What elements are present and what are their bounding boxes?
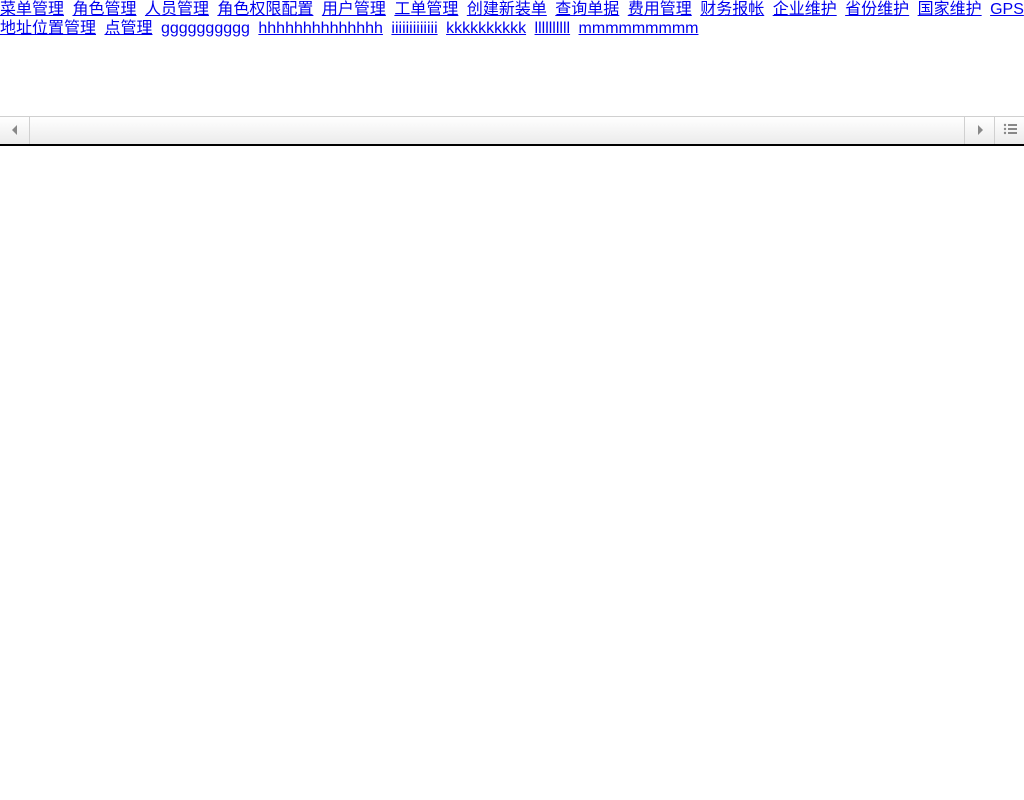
list-icon (1003, 122, 1017, 140)
nav-link-l[interactable]: llllllllll (535, 20, 571, 37)
nav-link-query-doc[interactable]: 查询单据 (555, 1, 619, 18)
nav-link-h[interactable]: hhhhhhhhhhhhhh (258, 20, 383, 37)
tab-menu-button[interactable] (994, 117, 1024, 144)
nav-link-user-mgmt[interactable]: 用户管理 (322, 1, 386, 18)
nav-link-menu-mgmt[interactable]: 菜单管理 (0, 1, 64, 18)
arrow-right-icon (976, 122, 984, 140)
nav-link-country-maint[interactable]: 国家维护 (918, 1, 982, 18)
nav-link-g[interactable]: gggggggggg (161, 20, 250, 37)
nav-link-i[interactable]: iiiiiiiiiiiii (391, 20, 437, 37)
nav-link-create-install[interactable]: 创建新装单 (467, 1, 547, 18)
nav-link-m[interactable]: mmmmmmmmm (579, 20, 699, 37)
nav-link-fee-mgmt[interactable]: 费用管理 (628, 1, 692, 18)
nav-link-enterprise-maint[interactable]: 企业维护 (773, 1, 837, 18)
nav-link-workorder-mgmt[interactable]: 工单管理 (394, 1, 458, 18)
tab-scroll-right-button[interactable] (964, 117, 994, 144)
tab-bar (0, 116, 1024, 146)
nav-link-role-mgmt[interactable]: 角色管理 (72, 1, 136, 18)
nav-link-point-mgmt[interactable]: 点管理 (104, 20, 152, 37)
tab-strip (30, 117, 964, 144)
nav-link-province-maint[interactable]: 省份维护 (845, 1, 909, 18)
nav-link-finance-report[interactable]: 财务报帐 (700, 1, 764, 18)
nav-link-person-mgmt[interactable]: 人员管理 (145, 1, 209, 18)
nav-link-k[interactable]: kkkkkkkkkk (446, 20, 526, 37)
nav-link-role-perm[interactable]: 角色权限配置 (217, 1, 313, 18)
tab-scroll-left-button[interactable] (0, 117, 30, 144)
nav-links-container: 菜单管理 角色管理 人员管理 角色权限配置 用户管理 工单管理 创建新装单 查询… (0, 0, 1024, 38)
arrow-left-icon (11, 122, 19, 140)
